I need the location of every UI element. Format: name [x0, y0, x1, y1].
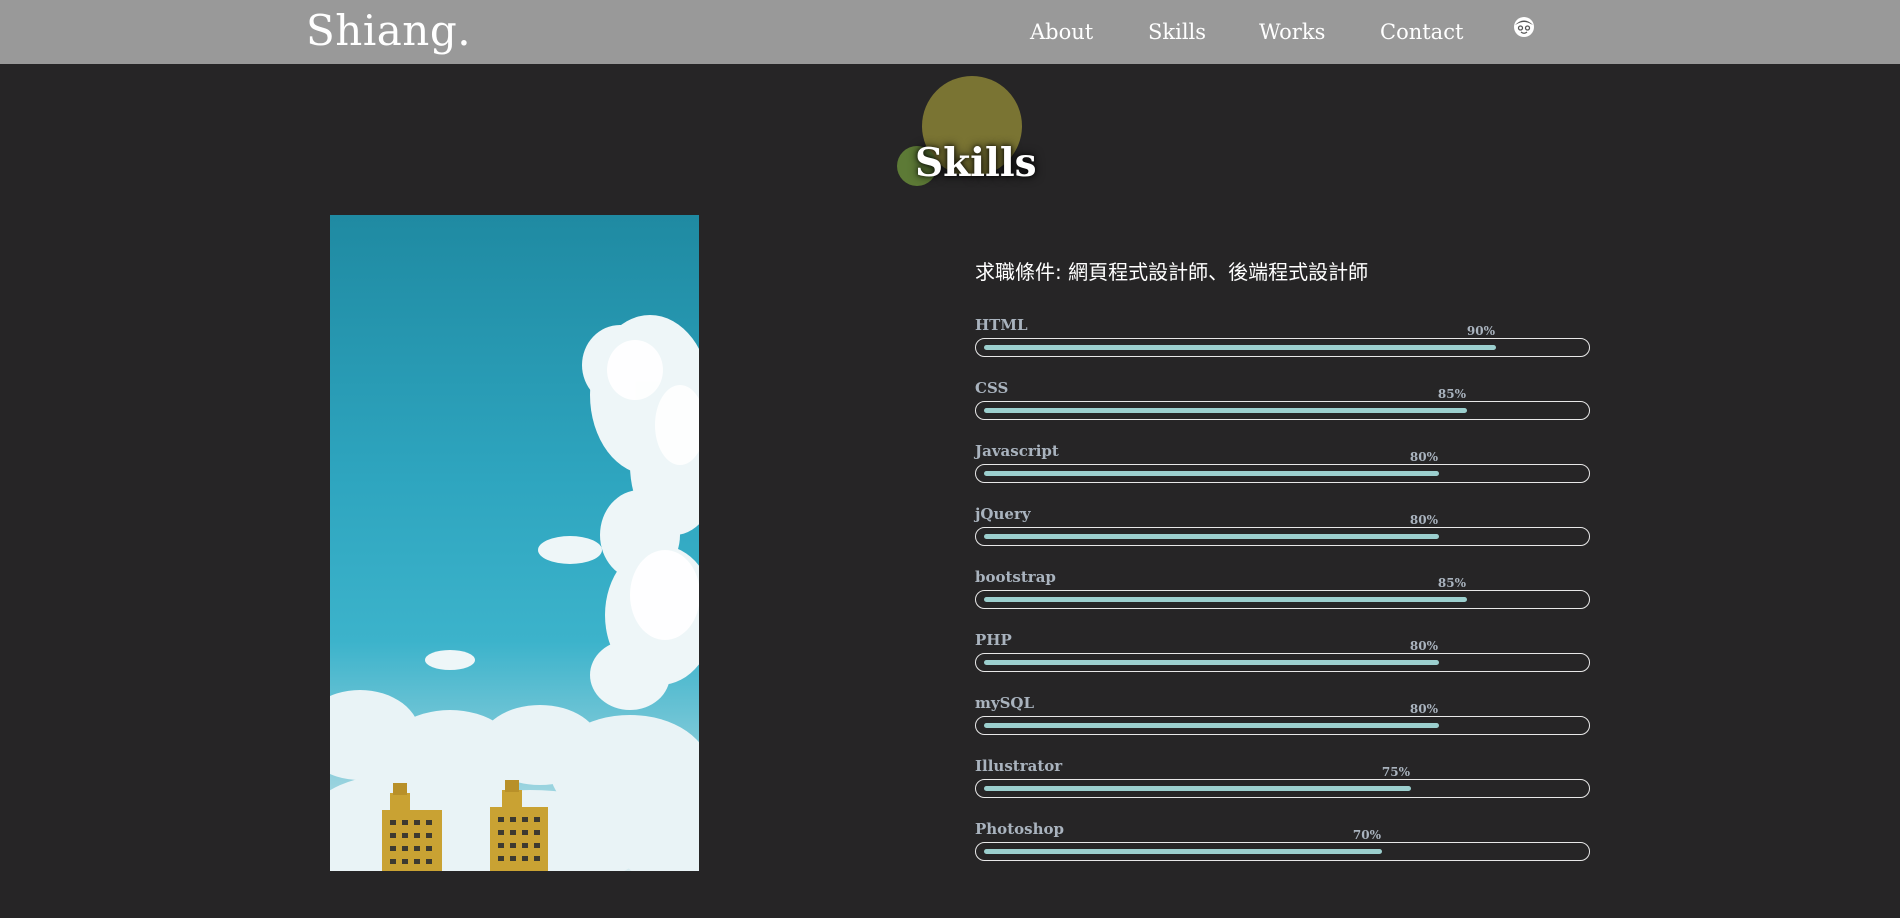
nav-link-about[interactable]: About — [1030, 20, 1093, 44]
skill-progress-fill — [984, 660, 1439, 665]
skill-percent: 85% — [1437, 387, 1466, 401]
skill-percent: 70% — [1352, 828, 1381, 842]
skill-progress-bar — [975, 464, 1590, 483]
skill-name: Photoshop — [975, 820, 1064, 838]
skill-name: jQuery — [975, 505, 1031, 523]
skill-progress-bar — [975, 779, 1590, 798]
skill-progress-bar — [975, 842, 1590, 861]
skill-progress-bar — [975, 716, 1590, 735]
skill-percent: 90% — [1466, 324, 1495, 338]
skill-row: Javascript 80% — [975, 442, 1590, 498]
section-title: Skills — [915, 140, 1037, 186]
skill-progress-fill — [984, 849, 1382, 854]
skill-progress-fill — [984, 534, 1439, 539]
skill-row: CSS 85% — [975, 379, 1590, 435]
skill-progress-bar — [975, 338, 1590, 357]
sky-buildings-photo — [330, 215, 699, 871]
skill-name: Illustrator — [975, 757, 1063, 775]
skill-percent: 80% — [1409, 513, 1438, 527]
navbar: Shiang. About Skills Works Contact — [0, 0, 1900, 64]
skill-percent: 85% — [1437, 576, 1466, 590]
skill-row: PHP 80% — [975, 631, 1590, 687]
skill-progress-fill — [984, 597, 1467, 602]
skill-row: bootstrap 85% — [975, 568, 1590, 624]
skill-progress-fill — [984, 408, 1467, 413]
skill-row: Illustrator 75% — [975, 757, 1590, 813]
skill-percent: 80% — [1409, 450, 1438, 464]
skill-progress-bar — [975, 401, 1590, 420]
nav-link-contact[interactable]: Contact — [1380, 20, 1463, 44]
nav-link-skills[interactable]: Skills — [1148, 20, 1206, 44]
skill-progress-bar — [975, 590, 1590, 609]
skill-progress-bar — [975, 527, 1590, 546]
nav-link-works[interactable]: Works — [1259, 20, 1325, 44]
skill-name: Javascript — [975, 442, 1059, 460]
skill-name: PHP — [975, 631, 1012, 649]
skill-name: HTML — [975, 316, 1028, 334]
skill-row: mySQL 80% — [975, 694, 1590, 750]
skill-name: mySQL — [975, 694, 1035, 712]
brand-logo[interactable]: Shiang. — [306, 6, 471, 55]
skill-name: bootstrap — [975, 568, 1056, 586]
skill-percent: 80% — [1409, 702, 1438, 716]
skill-name: CSS — [975, 379, 1009, 397]
skill-row: jQuery 80% — [975, 505, 1590, 561]
face-avatar-icon[interactable] — [1513, 16, 1535, 38]
skill-progress-fill — [984, 786, 1411, 791]
skill-percent: 75% — [1381, 765, 1410, 779]
skill-progress-fill — [984, 723, 1439, 728]
skill-progress-bar — [975, 653, 1590, 672]
skill-progress-fill — [984, 471, 1439, 476]
skill-row: HTML 90% — [975, 316, 1590, 372]
skill-progress-fill — [984, 345, 1496, 350]
job-requirements: 求職條件: 網頁程式設計師、後端程式設計師 — [975, 260, 1369, 284]
skill-percent: 80% — [1409, 639, 1438, 653]
skill-row: Photoshop 70% — [975, 820, 1590, 876]
